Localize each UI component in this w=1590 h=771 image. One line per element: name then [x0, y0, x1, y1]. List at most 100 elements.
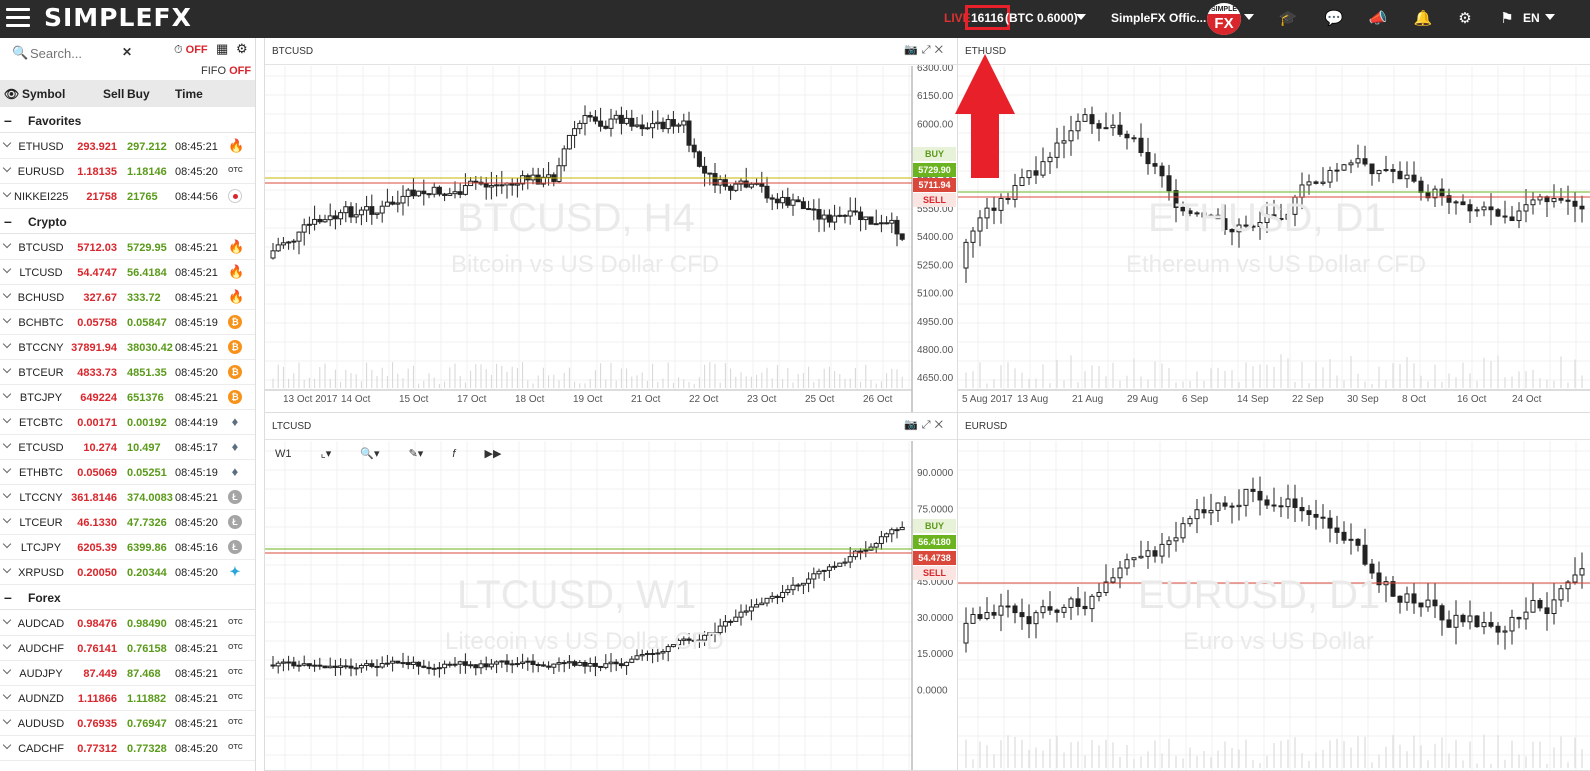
symbol-row[interactable]: BTCUSD 5712.03 5729.95 08:45:21 🔥	[0, 235, 255, 260]
collapse-icon[interactable]: –	[4, 112, 12, 128]
sell-price[interactable]: 293.921	[77, 141, 117, 153]
user-name[interactable]: SimpleFX Offic...	[1111, 11, 1206, 25]
chevron-down-icon[interactable]	[2, 715, 12, 725]
sell-price[interactable]: 649224	[80, 392, 117, 404]
buy-price[interactable]: 0.20344	[127, 567, 167, 579]
fast-forward-icon[interactable]: ▶▶	[485, 448, 502, 460]
language-dropdown-icon[interactable]	[1545, 14, 1555, 20]
col-sell[interactable]: Sell	[103, 87, 124, 101]
buy-price[interactable]: 1.18146	[127, 166, 167, 178]
symbol-row[interactable]: LTCCNY 361.8146 374.0083 08:45:21 Ł	[0, 485, 255, 510]
account-dropdown-icon[interactable]	[1076, 14, 1086, 20]
symbol-row[interactable]: AUDCAD 0.98476 0.98490 08:45:21 OTC	[0, 611, 255, 636]
timeframe-selector[interactable]: W1	[275, 448, 292, 460]
symbol-row[interactable]: ETHUSD 293.921 297.212 08:45:21 🔥	[0, 134, 255, 159]
symbol-row[interactable]: AUDJPY 87.449 87.468 08:45:21 OTC	[0, 661, 255, 686]
chevron-down-icon[interactable]	[2, 289, 12, 299]
sell-price[interactable]: 37891.94	[71, 342, 117, 354]
buy-price[interactable]: 374.0083	[127, 492, 173, 504]
chevron-down-icon[interactable]	[2, 665, 12, 675]
draw-icon[interactable]: ✎▾	[409, 448, 424, 460]
avatar[interactable]: SIMPLE FX	[1207, 3, 1241, 35]
buy-price[interactable]: 651376	[127, 392, 164, 404]
chevron-down-icon[interactable]	[2, 439, 12, 449]
sell-price[interactable]: 5712.03	[77, 242, 117, 254]
group-header[interactable]: – Forex	[0, 585, 255, 610]
indicators-icon[interactable]: f	[452, 448, 455, 460]
calculator-icon[interactable]: ▦	[216, 41, 228, 57]
symbol-row[interactable]: ETCUSD 10.274 10.497 08:45:17 ♦	[0, 435, 255, 460]
sell-price[interactable]: 0.76935	[77, 718, 117, 730]
chevron-down-icon[interactable]	[2, 690, 12, 700]
buy-label[interactable]: BUY	[913, 147, 956, 161]
sell-price[interactable]: 21758	[86, 191, 117, 203]
sell-price[interactable]: 54.4747	[77, 267, 117, 279]
sell-price[interactable]: 0.05758	[77, 317, 117, 329]
col-symbol[interactable]: Symbol	[22, 87, 65, 101]
symbol-row[interactable]: BTCJPY 649224 651376 08:45:21 ₿	[0, 385, 255, 410]
sell-label[interactable]: SELL	[913, 566, 956, 580]
symbol-row[interactable]: LTCEUR 46.1330 47.7326 08:45:20 Ł	[0, 510, 255, 535]
buy-price[interactable]: 6399.86	[127, 542, 167, 554]
symbol-row[interactable]: AUDCHF 0.76141 0.76158 08:45:21 OTC	[0, 636, 255, 661]
otc-toggle[interactable]: ⏱ OFF	[174, 44, 208, 57]
chevron-down-icon[interactable]	[2, 264, 12, 274]
buy-price[interactable]: 333.72	[127, 292, 161, 304]
symbol-row[interactable]: AUDUSD 0.76935 0.76947 08:45:21 OTC	[0, 711, 255, 736]
chevron-down-icon[interactable]	[2, 188, 12, 198]
camera-icon[interactable]: 📷	[904, 44, 922, 56]
buy-price[interactable]: 21765	[127, 191, 158, 203]
sell-price[interactable]: 10.274	[83, 442, 117, 454]
buy-price[interactable]: 0.76947	[127, 718, 167, 730]
chevron-down-icon[interactable]	[2, 489, 12, 499]
buy-price[interactable]: 0.76158	[127, 643, 167, 655]
chevron-down-icon[interactable]	[2, 314, 12, 324]
collapse-icon[interactable]: –	[4, 213, 12, 229]
close-icon[interactable]: ✕	[935, 44, 947, 56]
gear-icon[interactable]: ⚙	[1455, 9, 1475, 29]
fifo-toggle[interactable]: FIFO OFF	[201, 65, 251, 77]
sell-price[interactable]: 6205.39	[77, 542, 117, 554]
sell-price[interactable]: 0.00171	[77, 417, 117, 429]
sell-price[interactable]: 87.449	[83, 668, 117, 680]
sell-price[interactable]: 361.8146	[71, 492, 117, 504]
group-header[interactable]: – Favorites	[0, 108, 255, 133]
chevron-down-icon[interactable]	[2, 464, 12, 474]
chevron-down-icon[interactable]	[2, 514, 12, 524]
sell-price[interactable]: 1.11866	[78, 693, 117, 705]
chevron-down-icon[interactable]	[2, 740, 12, 750]
chevron-down-icon[interactable]	[2, 138, 12, 148]
buy-price[interactable]: 0.77328	[127, 743, 167, 755]
symbol-row[interactable]: AUDNZD 1.11866 1.11882 08:45:21 OTC	[0, 686, 255, 711]
symbol-row[interactable]: ETCBTC 0.00171 0.00192 08:44:19 ♦	[0, 410, 255, 435]
chevron-down-icon[interactable]	[2, 339, 12, 349]
chevron-down-icon[interactable]	[2, 239, 12, 249]
chart-type-icon[interactable]: ⌞▾	[321, 448, 332, 460]
symbol-row[interactable]: XRPUSD 0.20050 0.20344 08:45:20 ✦	[0, 560, 255, 585]
buy-label[interactable]: BUY	[913, 519, 956, 533]
buy-price[interactable]: 297.212	[127, 141, 167, 153]
megaphone-icon[interactable]: 📣	[1368, 9, 1388, 29]
symbol-row[interactable]: BTCCNY 37891.94 38030.42 08:45:21 ₿	[0, 335, 255, 360]
search-input[interactable]	[30, 44, 118, 62]
col-time[interactable]: Time	[175, 87, 203, 101]
col-buy[interactable]: Buy	[127, 87, 150, 101]
menu-icon[interactable]	[6, 8, 30, 28]
buy-price[interactable]: 0.05847	[127, 317, 167, 329]
chevron-down-icon[interactable]	[2, 389, 12, 399]
expand-icon[interactable]: ⤢	[922, 419, 935, 431]
buy-price[interactable]: 0.98490	[127, 618, 167, 630]
eye-icon[interactable]: 👁	[4, 87, 19, 101]
buy-price[interactable]: 4851.35	[127, 367, 167, 379]
camera-icon[interactable]: 📷	[904, 419, 922, 431]
buy-price[interactable]: 47.7326	[127, 517, 167, 529]
chevron-down-icon[interactable]	[2, 414, 12, 424]
group-header[interactable]: – Crypto	[0, 209, 255, 234]
sell-price[interactable]: 327.67	[83, 292, 117, 304]
sell-price[interactable]: 4833.73	[77, 367, 117, 379]
buy-price[interactable]: 10.497	[127, 442, 161, 454]
account-id[interactable]: 16116	[965, 5, 1010, 30]
buy-price[interactable]: 38030.42	[127, 342, 173, 354]
account-balance[interactable]: (BTC 0.6000)	[1005, 11, 1078, 25]
user-dropdown-icon[interactable]	[1244, 14, 1254, 20]
